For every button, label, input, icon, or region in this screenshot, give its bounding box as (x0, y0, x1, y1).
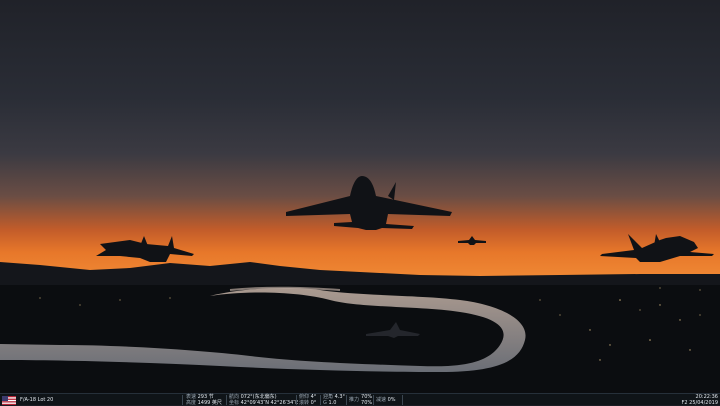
us-flag-icon (2, 395, 16, 405)
heading-coord-section: 航向 072°(东北偏东) 坐标 42°09′43″N 42°26′34″E (229, 394, 299, 406)
brake-section: 减速 0% (376, 394, 402, 406)
aoa-g-section: 迎角 4.3° G 1.0 (323, 394, 347, 406)
speed-alt-section: 表速 293 节 高度 1499 英尺 (186, 394, 226, 406)
coord-value: 42°09′43″N 42°26′34″E (240, 400, 299, 406)
clock-section: 20:22:36 F2 25/04/2019 (658, 394, 718, 406)
brake-label: 减速 (376, 397, 387, 403)
aircraft-name: F/A-18 Lot 20 (20, 397, 54, 403)
thrust-label: 推力 (349, 397, 360, 403)
roll-value: 0° (310, 400, 317, 406)
thrust-value-2: 70% (361, 400, 373, 406)
coord-label: 坐标 (229, 400, 240, 406)
roll-label: 滚转 (299, 400, 310, 406)
g-value: 1.0 (328, 400, 337, 406)
flight-scene (0, 0, 720, 393)
alt-label: 高度 (186, 400, 197, 406)
aircraft-section: F/A-18 Lot 20 (0, 394, 58, 406)
clock-date: F2 25/04/2019 (681, 400, 718, 406)
attitude-section: 俯仰 4° 滚转 0° (299, 394, 319, 406)
status-bar: F/A-18 Lot 20 表速 293 节 高度 1499 英尺 航向 072… (0, 393, 720, 406)
brake-value: 0% (387, 397, 396, 403)
alt-value: 1499 英尺 (197, 400, 222, 406)
sky (0, 0, 720, 280)
g-label: G (323, 400, 327, 406)
thrust-section: 推力 70% 70% (349, 394, 373, 406)
